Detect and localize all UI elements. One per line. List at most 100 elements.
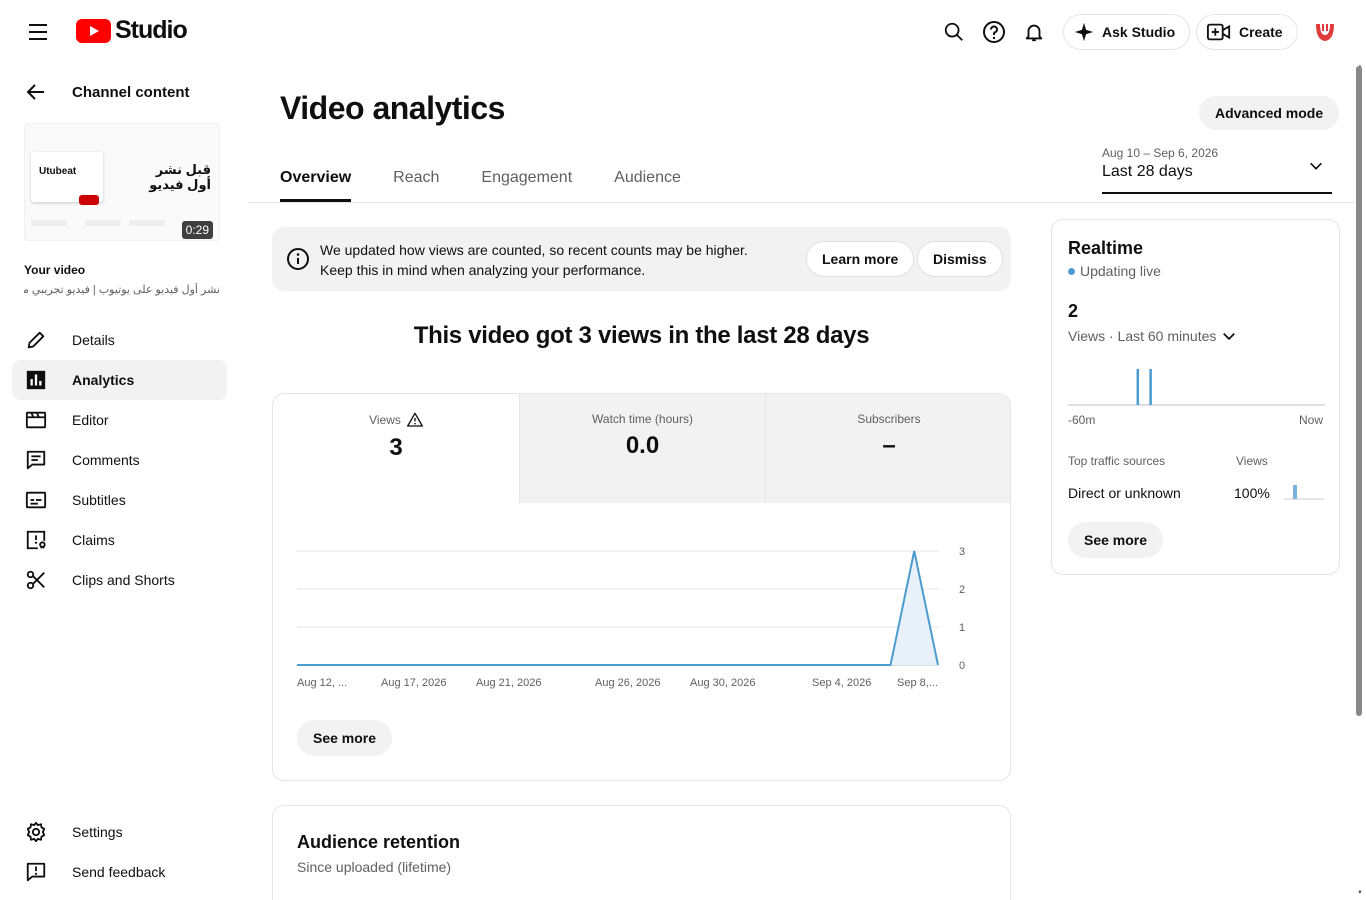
notifications-icon[interactable]	[1018, 16, 1050, 48]
audience-retention-card: Audience retention Since uploaded (lifet…	[272, 805, 1011, 900]
x-tick-label: Aug 26, 2026	[595, 677, 660, 689]
y-tick-label: 2	[959, 584, 965, 596]
search-icon[interactable]	[938, 16, 970, 48]
video-duration: 0:29	[181, 221, 213, 239]
realtime-axis-end: Now	[1298, 413, 1323, 427]
x-tick-label: Aug 12, ...	[297, 677, 347, 689]
tab-engagement[interactable]: Engagement	[481, 158, 572, 202]
sidebar-item-details[interactable]: Details	[12, 320, 227, 360]
ask-studio-button[interactable]: Ask Studio	[1063, 14, 1191, 50]
scrollbar[interactable]	[1356, 66, 1362, 716]
thumbnail-brand-card: Utubeat	[31, 152, 103, 205]
sidebar-item-label: Send feedback	[72, 864, 166, 880]
sparkle-icon	[1074, 22, 1094, 42]
views-headline: This video got 3 views in the last 28 da…	[413, 322, 870, 349]
create-button[interactable]: Create	[1196, 14, 1298, 50]
x-tick-label: Sep 4, 2026	[812, 677, 871, 689]
claims-icon	[24, 528, 48, 552]
date-range-period: Last 28 days	[1102, 163, 1193, 180]
retention-title: Audience retention	[297, 832, 461, 852]
traffic-sources-header: Top traffic sources	[1068, 454, 1166, 468]
date-range-dates: Aug 10 – Sep 6, 2026	[1102, 146, 1219, 160]
sidebar-item-clips-and-shorts[interactable]: Clips and Shorts	[12, 560, 227, 600]
advanced-mode-button[interactable]: Advanced mode	[1199, 96, 1340, 130]
views-chart: 0 1 2 3 Aug 12, ... Aug 17, 2026 Aug 21, 2026 A…	[273, 503, 1010, 703]
sidebar-item-analytics[interactable]: Analytics	[12, 360, 227, 400]
tab-overview[interactable]: Overview	[280, 158, 352, 202]
video-thumbnail[interactable]: Utubeat قبل نشر أول فيديو 0:29	[24, 123, 220, 241]
subtitles-icon	[24, 488, 48, 512]
top-bar: Studio Ask Studio Create	[0, 0, 1366, 64]
realtime-card: Realtime Updating live 2 Views · Last 60…	[1051, 219, 1340, 575]
sidebar-item-subtitles[interactable]: Subtitles	[12, 480, 227, 520]
sidebar-item-label: Subtitles	[72, 492, 126, 508]
analytics-icon	[24, 368, 48, 392]
feedback-icon	[24, 860, 48, 884]
gear-icon	[24, 820, 48, 844]
views-chart-svg: 0 1 2 3 Aug 12, ... Aug 17, 2026 Aug 21, 2026 A…	[297, 546, 965, 689]
y-tick-label: 0	[959, 660, 965, 672]
retention-subtitle: Since uploaded (lifetime)	[297, 859, 452, 875]
sidebar-item-send-feedback[interactable]: Send feedback	[12, 852, 227, 892]
thumbnail-brand: Utubeat	[39, 166, 77, 177]
thumbnail-title: قبل نشر أول فيديو	[149, 162, 211, 192]
sidebar-item-label: Claims	[72, 532, 115, 548]
arrow-back-icon	[26, 84, 44, 100]
tab-audience[interactable]: Audience	[614, 158, 681, 202]
scroll-down-arrow-icon[interactable]: ▼	[1357, 890, 1363, 896]
realtime-title: Realtime	[1068, 238, 1144, 258]
analytics-tabs: Overview Reach Engagement Audience	[280, 158, 723, 202]
metric-subscribers[interactable]: Subscribers –	[765, 394, 1010, 503]
editor-icon	[24, 408, 48, 432]
metric-value: –	[882, 432, 896, 459]
dismiss-button[interactable]: Dismiss	[917, 241, 1003, 277]
menu-icon[interactable]	[22, 16, 54, 48]
metric-views[interactable]: Views 3	[273, 394, 519, 503]
realtime-metric-select[interactable]: Views · Last 60 minutes	[1068, 328, 1236, 344]
see-more-button[interactable]: See more	[297, 720, 393, 756]
youtube-logo-icon	[76, 18, 111, 43]
realtime-bar	[1149, 369, 1152, 405]
chevron-down-icon	[1223, 333, 1236, 341]
date-range-select[interactable]: Aug 10 – Sep 6, 2026 Last 28 days	[1102, 146, 1332, 194]
sidebar-item-label: Editor	[72, 412, 109, 428]
sidebar-item-label: Settings	[72, 824, 123, 840]
sidebar-item-label: Clips and Shorts	[72, 572, 175, 588]
warning-icon[interactable]	[406, 412, 423, 428]
create-video-icon	[1207, 23, 1231, 41]
thumbnail-play-icon	[79, 195, 99, 205]
x-tick-label: Sep 8,...	[897, 677, 938, 689]
info-icon	[287, 248, 309, 270]
sidebar-item-claims[interactable]: Claims	[12, 520, 227, 560]
sidebar-item-label: Comments	[72, 452, 140, 468]
tab-divider	[248, 202, 1354, 203]
x-tick-label: Aug 21, 2026	[476, 677, 541, 689]
realtime-axis-start: -60m	[1068, 413, 1096, 427]
y-tick-label: 3	[959, 546, 965, 558]
pencil-icon	[24, 328, 48, 352]
x-tick-label: Aug 17, 2026	[381, 677, 446, 689]
sidebar-item-label: Details	[72, 332, 115, 348]
realtime-status: Updating live	[1068, 263, 1161, 279]
realtime-see-more-button[interactable]: See more	[1068, 522, 1164, 558]
learn-more-button[interactable]: Learn more	[806, 241, 915, 277]
views-series-line	[297, 550, 939, 666]
page-title: Video analytics	[280, 90, 505, 126]
sidebar-item-settings[interactable]: Settings	[12, 812, 227, 852]
metric-watch-time[interactable]: Watch time (hours) 0.0	[519, 394, 765, 503]
video-title: نشر أول فيديو على يوتيوب | فيديو تجريبي …	[24, 284, 220, 296]
y-tick-label: 1	[959, 622, 965, 634]
scissors-icon	[24, 568, 48, 592]
traffic-views-header: Views	[1236, 454, 1268, 468]
help-icon[interactable]	[978, 16, 1010, 48]
sidebar-item-editor[interactable]: Editor	[12, 400, 227, 440]
sidebar-item-comments[interactable]: Comments	[12, 440, 227, 480]
account-avatar[interactable]	[1311, 18, 1339, 46]
back-to-channel-content[interactable]: Channel content	[24, 80, 190, 104]
sidebar: Channel content Utubeat قبل نشر أول فيدي…	[0, 64, 240, 900]
realtime-count: 2	[1068, 301, 1079, 321]
traffic-source-percent: 100%	[1234, 485, 1270, 501]
tab-reach[interactable]: Reach	[393, 158, 439, 202]
studio-logo[interactable]: Studio	[76, 16, 188, 45]
views-update-notice: We updated how views are counted, so rec…	[272, 227, 1011, 291]
